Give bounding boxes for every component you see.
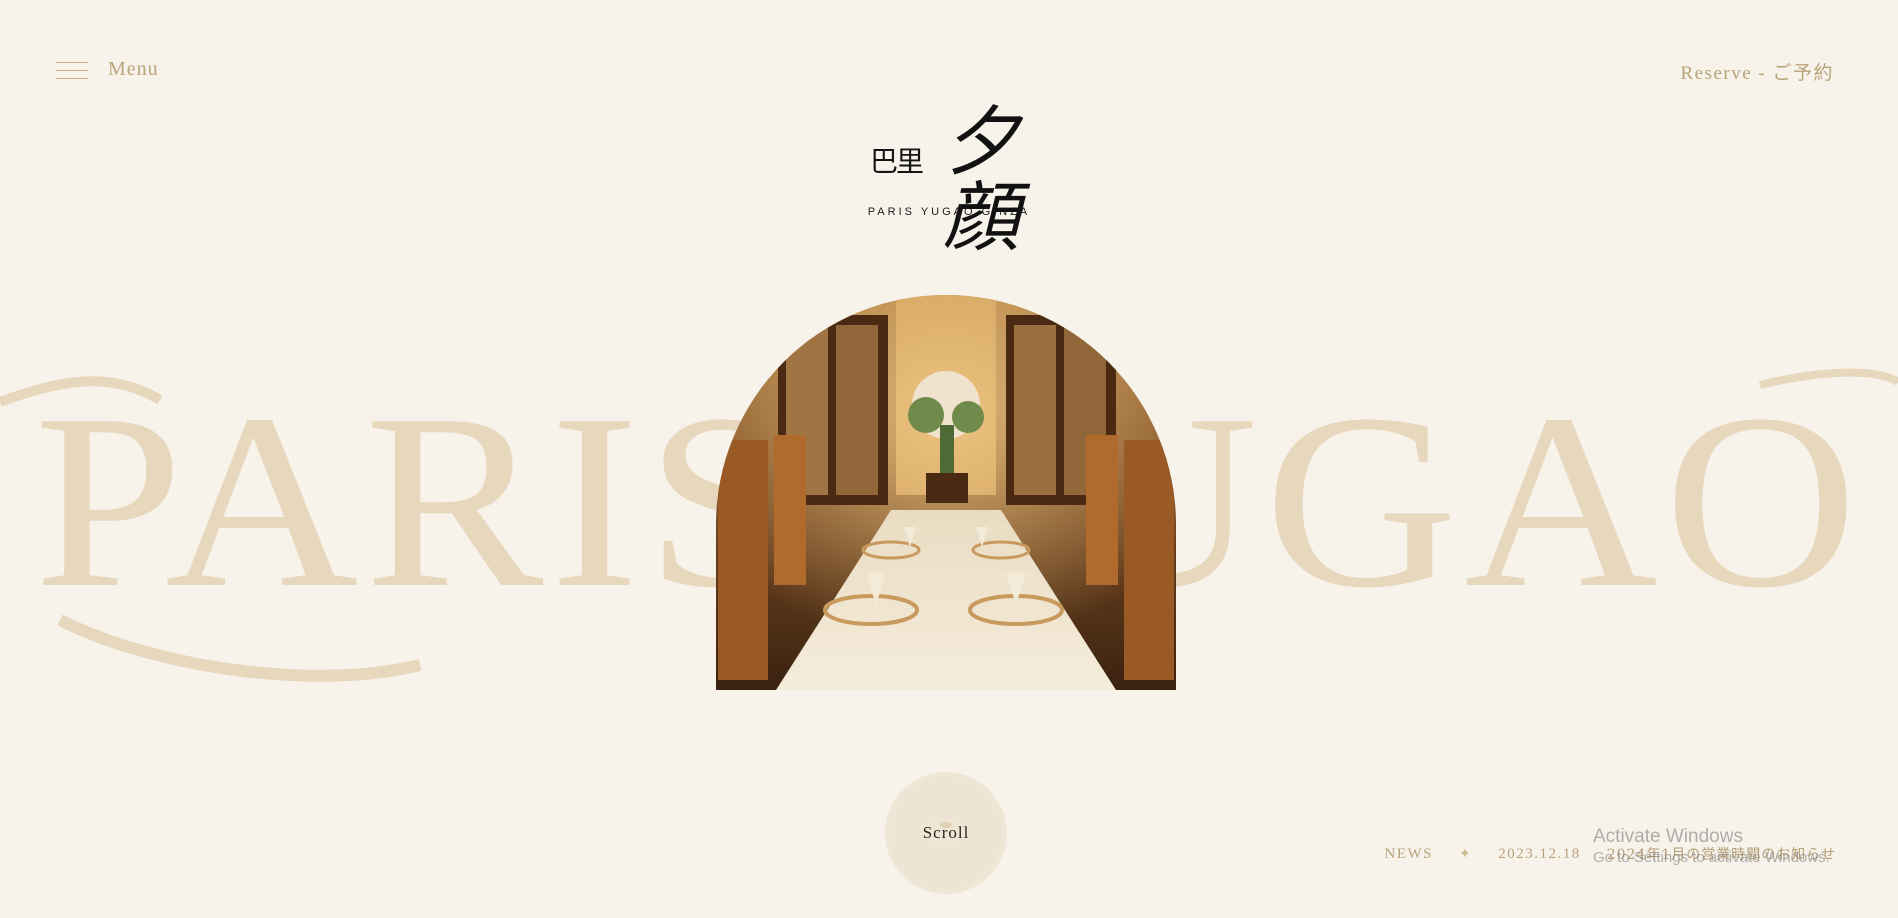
logo-mark-small: 巴里 bbox=[870, 145, 924, 178]
scroll-indicator[interactable]: Scroll bbox=[885, 772, 1007, 894]
logo-mark-large: 夕顔 bbox=[943, 97, 1019, 262]
news-title[interactable]: 2024年1月の営業時間のお知らせ bbox=[1607, 844, 1836, 864]
reserve-link[interactable]: Reserve - ご予約 bbox=[1680, 58, 1834, 85]
site-logo[interactable]: 巴里 夕顔 PARIS YUGAO GINZA bbox=[864, 104, 1034, 256]
menu-button[interactable]: Menu bbox=[56, 58, 159, 81]
menu-label: Menu bbox=[108, 58, 159, 80]
news-date: 2023.12.18 bbox=[1498, 845, 1581, 862]
sparkle-icon: ✦ bbox=[1459, 846, 1473, 862]
scroll-label: Scroll bbox=[922, 823, 970, 842]
news-ticker[interactable]: NEWS ✦ 2023.12.18 2024年1月の営業時間のお知らせ bbox=[1385, 844, 1837, 864]
logo-mark: 巴里 夕顔 bbox=[864, 104, 1034, 256]
news-label: NEWS bbox=[1384, 845, 1433, 862]
hamburger-icon bbox=[56, 60, 88, 80]
